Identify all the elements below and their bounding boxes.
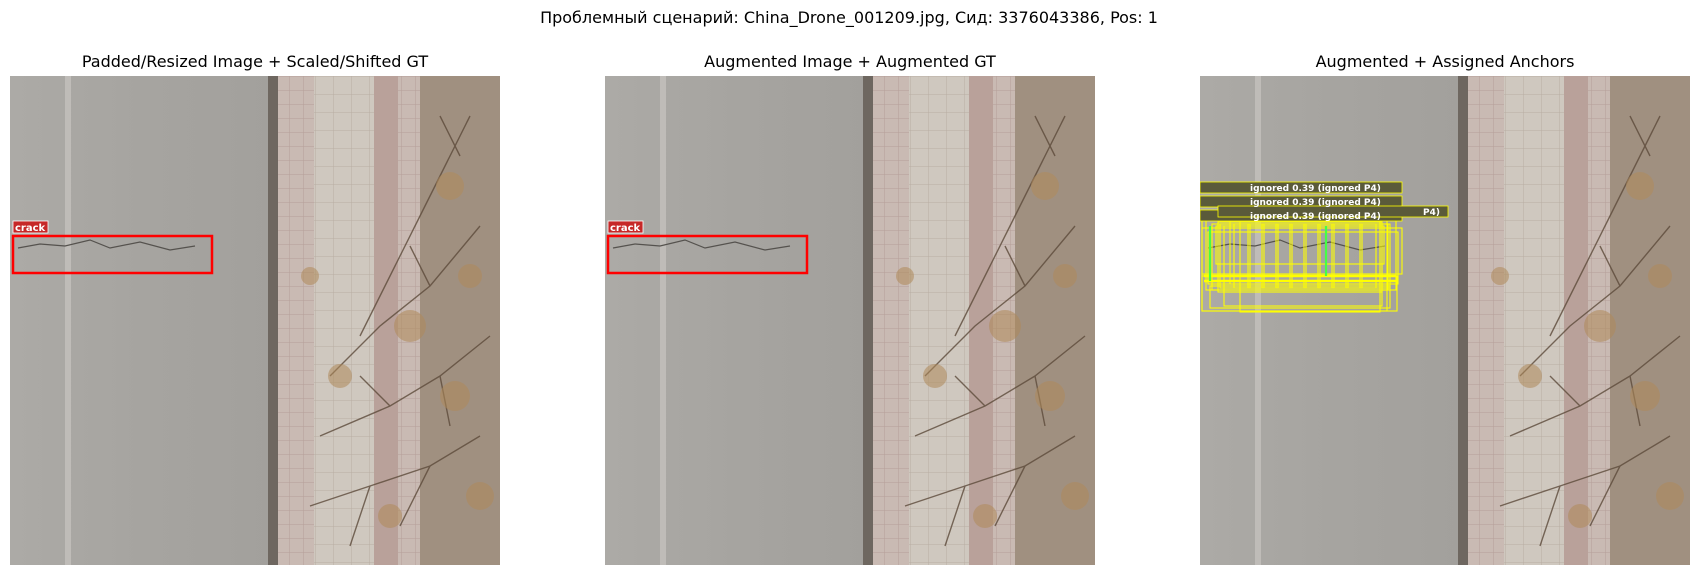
gt-box-label: crack: [15, 223, 46, 234]
anchor-label: ignored 0.39 (ignored P4): [1250, 212, 1381, 222]
panel-1-image: crack: [10, 76, 500, 565]
gt-box-label: crack: [610, 223, 641, 234]
anchor-label: ignored 0.39 (ignored P4): [1250, 198, 1381, 208]
panel-2-image: crack: [605, 76, 1095, 565]
panel-1-title: Padded/Resized Image + Scaled/Shifted GT: [81, 52, 429, 71]
augmented-road-image: crack: [605, 76, 1095, 565]
anchor-label-short: P4): [1423, 208, 1440, 218]
anchor-label: ignored 0.39 (ignored P4): [1250, 184, 1381, 194]
panel-2-title: Augmented Image + Augmented GT: [704, 52, 996, 71]
figure-suptitle: Проблемный сценарий: China_Drone_001209.…: [540, 8, 1158, 27]
panel-3-image: ignored 0.39 (ignored P4) ignored 0.39 (…: [1200, 76, 1690, 565]
anchors-road-image: ignored 0.39 (ignored P4) ignored 0.39 (…: [1200, 76, 1690, 565]
aerial-road-image: crack: [10, 76, 500, 565]
panel-3-title: Augmented + Assigned Anchors: [1315, 52, 1575, 71]
